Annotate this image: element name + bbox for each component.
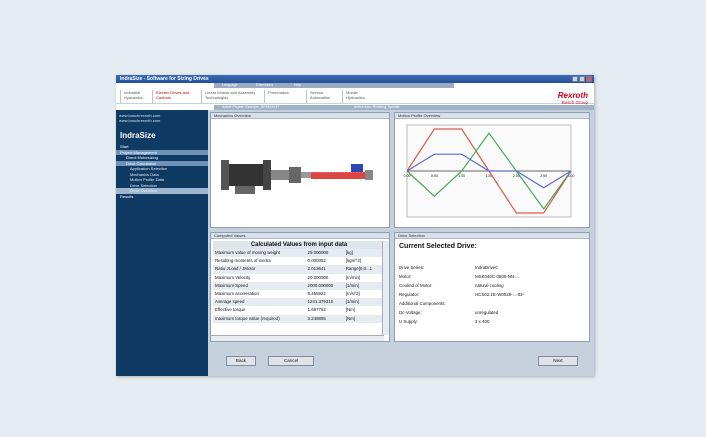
cell-unit: [kgm^2]	[345, 258, 361, 264]
nav-service-automation[interactable]: Service Automation	[306, 90, 340, 103]
cell-value: 3.248895	[305, 314, 344, 323]
cell-label: Maximum Velocity	[215, 274, 251, 280]
drive-row-value: MSK040C-0600-NN-...	[475, 274, 520, 279]
cell-value: 0.000352	[307, 258, 326, 264]
header-nav: Industrial Hydraulics Electric Drives an…	[116, 88, 594, 106]
cancel-button[interactable]: Cancel	[268, 356, 314, 366]
cell-label: Maximum acceleration	[215, 291, 259, 297]
table-row: Maximum Speed 2000.000000 [1/min]	[213, 281, 383, 291]
computed-table: Calculated Values from input data Maximu…	[213, 241, 383, 323]
drive-row-value: unregulated	[475, 310, 499, 315]
cell-unit: [Nm]	[343, 314, 383, 323]
nav-electric-drives[interactable]: Electric Drives and Controls	[152, 90, 192, 103]
cell-label: Effective torque	[215, 307, 246, 313]
drive-row-value: 3 x 400	[475, 319, 490, 324]
drive-row-label: Additional Components:	[399, 301, 446, 306]
nav-mobile-hydraulics[interactable]: Mobile Hydraulics	[342, 90, 376, 103]
table-row: Average speed 1241.379310 [1/min]	[213, 298, 383, 307]
computed-table-wrap: Calculated Values from input data Maximu…	[213, 241, 383, 323]
table-row: Ratio JLoad / JMotor 2.013641 Range[0,0...…	[213, 265, 383, 274]
table-row: Maximum Velocity 20.000000 [m/min]	[213, 274, 383, 282]
minimize-icon[interactable]	[572, 76, 578, 82]
nav-linear-motion[interactable]: Linear Motion and Assembly Technologies	[201, 90, 261, 103]
panel-title: Drive Selection	[395, 233, 589, 239]
table-row: Maximum value of moving weight 25.000000[…	[213, 249, 383, 258]
drive-row-value: IndraDriveC	[475, 265, 499, 270]
computed-hscrollbar[interactable]	[211, 335, 384, 341]
drive-row-label: U Supply:	[399, 319, 419, 324]
back-button[interactable]: Back	[226, 356, 256, 366]
table-row: maximum torque value (required) 3.248895[…	[213, 314, 383, 323]
main-area: Mechanics Overview Motion Profile Overvi…	[208, 110, 594, 376]
cell-value: 25.000000	[305, 249, 344, 258]
app-name: IndraSize	[120, 131, 156, 140]
drive-row-label: Coolind of Motor:	[399, 283, 433, 288]
nav-pneumatics[interactable]: Pneumatics	[264, 90, 302, 103]
cell-value: 1241.379310	[305, 298, 344, 307]
computed-table-header: Calculated Values from input data	[213, 241, 383, 249]
table-row: Effective torque 1.697752 [Nm]	[213, 306, 383, 314]
drive-title: Current Selected Drive:	[399, 243, 477, 250]
cell-unit: Range[0,0...1	[343, 265, 383, 274]
window-title: IndraSize - Software for Sizing Drives	[120, 76, 209, 82]
panel-title: Computed Values	[211, 233, 389, 239]
cell-unit: [m/s^2]	[345, 291, 360, 297]
motion-profile-chart: 0.00 0.50 1.00 1.50 2.00 2.50 3.00	[404, 124, 574, 218]
drive-row-label: Drive Series:	[399, 265, 425, 270]
x-tick-label: 0.00	[404, 174, 411, 178]
cell-unit: [m/min]	[345, 274, 361, 280]
cell-label: Resulting moments of inertia	[215, 258, 271, 264]
cell-label: Average speed	[213, 298, 306, 307]
drive-row-value: HCS02.1E-W0028-...-03-	[475, 292, 525, 297]
cell-value: 1.697752	[307, 307, 326, 313]
cell-unit: [Nm]	[345, 307, 356, 313]
cell-value: 20.000000	[307, 274, 329, 280]
title-bar: IndraSize - Software for Sizing Drives	[116, 75, 594, 83]
drive-row-label: Regulator:	[399, 292, 420, 297]
sidebar-item-results[interactable]: Results	[116, 194, 208, 200]
mechanics-diagram	[221, 160, 373, 194]
logo-brand: Rexroth	[557, 91, 588, 100]
x-tick-label: 0.50	[431, 174, 438, 178]
x-tick-label: 1.00	[458, 174, 465, 178]
table-row: Maximum acceleration 8.455822 [m/s^2]	[213, 290, 383, 298]
sidebar: www.boschrexroth.com www.boschrexroth.co…	[116, 110, 208, 376]
app-window: IndraSize - Software for Sizing Drives L…	[116, 75, 594, 376]
motion-panel: Motion Profile Overview 0.00 0.50 1.00 1.50…	[394, 112, 590, 228]
table-row: Resulting moments of inertia 0.000352 [kgm…	[213, 257, 383, 265]
maximize-icon[interactable]	[579, 76, 585, 82]
cell-label: Maximum value of moving weight	[213, 249, 306, 258]
next-button[interactable]: Next	[538, 356, 578, 366]
cell-value: 2000.000000	[305, 281, 344, 291]
nav-industrial-hydraulics[interactable]: Industrial Hydraulics	[120, 90, 150, 103]
cell-value: 8.455822	[307, 291, 326, 297]
cell-label: maximum torque value (required)	[213, 314, 306, 323]
panel-title: Mechanics Overview	[211, 113, 389, 119]
cell-unit: [kg]	[343, 249, 383, 258]
mechanics-panel: Mechanics Overview	[210, 112, 390, 228]
drive-row-label: Motor:	[399, 274, 412, 279]
cell-value: 2.013641	[305, 265, 344, 274]
cell-unit: [1/min]	[343, 298, 383, 307]
x-tick-label: 2.50	[540, 174, 547, 178]
drive-panel: Drive Selection Current Selected Drive: …	[394, 232, 590, 342]
cell-unit: [1/min]	[343, 281, 383, 291]
computed-panel: Computed Values Calculated Values from i…	[210, 232, 390, 342]
cell-label: Ratio JLoad / JMotor	[213, 265, 306, 274]
close-icon[interactable]	[586, 76, 592, 82]
drive-row-label: Dc-Voltage:	[399, 310, 422, 315]
rexroth-logo: Rexroth Bosch Group	[557, 91, 588, 106]
panel-title: Motion Profile Overview	[395, 113, 589, 119]
computed-scrollbar[interactable]	[382, 241, 389, 335]
cell-label: Maximum Speed	[213, 281, 306, 291]
drive-row-value: natural cooling	[475, 283, 504, 288]
